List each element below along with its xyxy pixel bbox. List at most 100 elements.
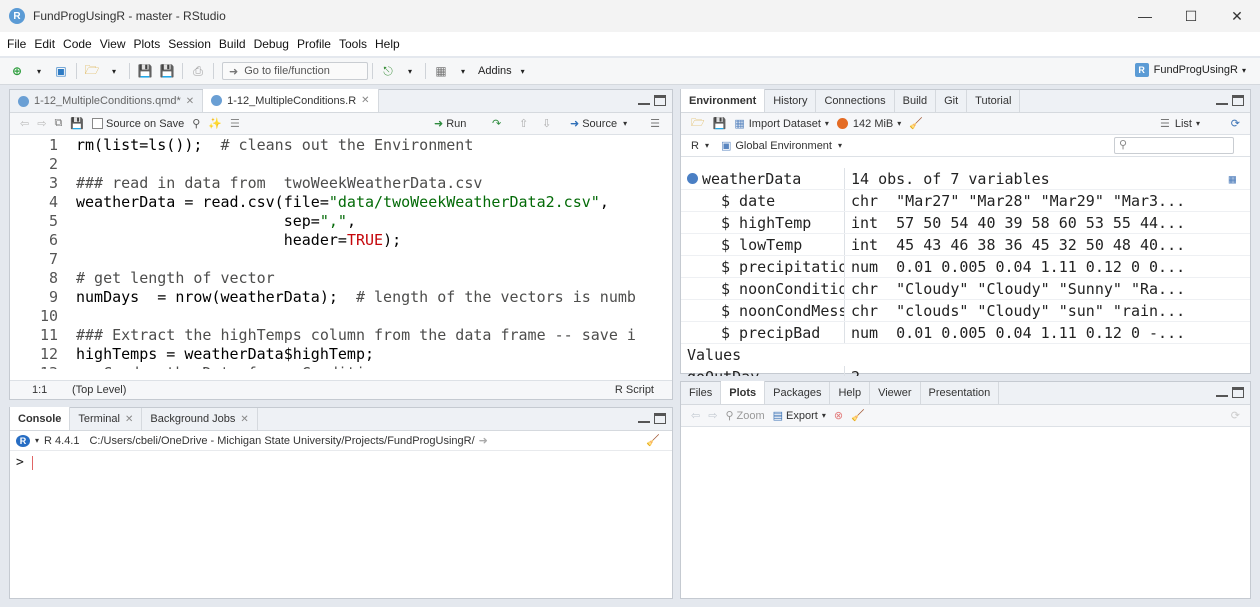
dropdown-arrow-icon[interactable]: ▾ <box>515 63 531 79</box>
maximize-pane-icon[interactable] <box>654 95 666 106</box>
up-arrow-icon[interactable]: ⇧ <box>519 117 528 130</box>
load-workspace-icon[interactable]: 🗁 <box>691 114 705 133</box>
tab-presentation[interactable]: Presentation <box>921 382 1000 404</box>
code-line[interactable]: 3 ### read in data from twoWeekWeatherDat… <box>10 174 672 193</box>
file-type-indicator[interactable]: R Script <box>615 384 654 396</box>
maximize-pane-icon[interactable] <box>1232 387 1244 398</box>
variable-row[interactable]: $ noonCondMessy: chr "clouds" "Cloudy" "s… <box>681 300 1250 322</box>
close-tab-icon[interactable]: ✕ <box>125 414 133 425</box>
code-line[interactable]: 12 highTemps = weatherData$highTemp; <box>10 345 672 364</box>
variable-row[interactable]: $ precipitation: num 0.01 0.005 0.04 1.11… <box>681 256 1250 278</box>
expand-icon[interactable] <box>687 173 698 184</box>
git-icon[interactable]: ⎋ <box>380 63 396 79</box>
menu-file[interactable]: File <box>3 37 30 51</box>
export-button[interactable]: ▤ Export ▾ <box>773 409 826 423</box>
code-line[interactable]: 11 ### Extract the highTemps column from … <box>10 326 672 345</box>
close-tab-icon[interactable]: ✕ <box>361 95 369 106</box>
dropdown-arrow-icon[interactable]: ▾ <box>402 63 418 79</box>
menu-session[interactable]: Session <box>164 37 215 51</box>
source-on-save-checkbox[interactable]: Source on Save <box>92 118 184 130</box>
code-line[interactable]: 7 <box>10 250 672 269</box>
tab-background-jobs[interactable]: Background Jobs ✕ <box>142 408 258 430</box>
new-project-icon[interactable]: ▣ <box>53 63 69 79</box>
source-button[interactable]: ➜ Source ▾ <box>570 117 627 131</box>
goto-file-input[interactable]: ➜ Go to file/function <box>222 62 368 80</box>
dropdown-arrow-icon[interactable]: ▾ <box>455 63 471 79</box>
close-tab-icon[interactable]: ✕ <box>186 96 194 107</box>
menu-edit[interactable]: Edit <box>30 37 59 51</box>
close-button[interactable]: ✕ <box>1214 0 1260 32</box>
menu-plots[interactable]: Plots <box>130 37 165 51</box>
code-line[interactable]: 8 # get length of vector <box>10 269 672 288</box>
minimize-pane-icon[interactable] <box>1216 387 1228 397</box>
minimize-pane-icon[interactable] <box>638 413 650 423</box>
magic-wand-icon[interactable]: ✨ <box>208 117 222 130</box>
forward-arrow-icon[interactable]: ⇨ <box>37 117 46 130</box>
refresh-icon[interactable]: ⟳ <box>1231 117 1240 130</box>
dropdown-arrow-icon[interactable]: ▾ <box>31 63 47 79</box>
down-arrow-icon[interactable]: ⇩ <box>542 117 551 130</box>
menu-help[interactable]: Help <box>371 37 404 51</box>
rerun-icon[interactable]: ↷ <box>492 117 501 130</box>
grid-layout-icon[interactable]: ▦ <box>433 63 449 79</box>
tab-viewer[interactable]: Viewer <box>870 382 921 404</box>
project-menu[interactable]: R FundProgUsingR ▾ <box>1134 63 1246 77</box>
scope-indicator[interactable]: (Top Level) <box>68 384 126 396</box>
tab-packages[interactable]: Packages <box>765 382 831 404</box>
console-output[interactable]: > <box>10 451 672 474</box>
minimize-button[interactable]: — <box>1122 0 1168 32</box>
close-tab-icon[interactable]: ✕ <box>240 414 248 425</box>
tab-history[interactable]: History <box>765 90 817 112</box>
tab-git[interactable]: Git <box>936 90 968 112</box>
menu-build[interactable]: Build <box>215 37 250 51</box>
dropdown-arrow-icon[interactable]: ▾ <box>106 63 122 79</box>
tab-help[interactable]: Help <box>830 382 871 404</box>
zoom-button[interactable]: ⚲ Zoom <box>725 409 764 423</box>
open-folder-icon[interactable]: 🗁 <box>84 63 100 79</box>
refresh-icon[interactable]: ⟳ <box>1231 409 1240 422</box>
outline-icon[interactable]: ☰ <box>230 117 240 130</box>
tab-plots[interactable]: Plots <box>721 381 766 404</box>
variable-row[interactable]: $ highTemp : int 57 50 54 40 39 58 60 53 … <box>681 212 1250 234</box>
tab-connections[interactable]: Connections <box>816 90 895 112</box>
next-plot-icon[interactable]: ⇨ <box>708 409 717 422</box>
menu-profile[interactable]: Profile <box>293 37 335 51</box>
import-dataset-button[interactable]: ▦ Import Dataset ▾ <box>734 117 829 131</box>
view-data-icon[interactable]: ▦ <box>1229 168 1236 190</box>
broom-icon[interactable]: 🧹 <box>909 117 923 130</box>
tab-tutorial[interactable]: Tutorial <box>967 90 1021 112</box>
save-workspace-icon[interactable]: 💾 <box>713 117 727 130</box>
language-select[interactable]: R ▾ <box>691 140 709 152</box>
maximize-pane-icon[interactable] <box>1232 95 1244 106</box>
new-file-icon[interactable]: ⊕ <box>9 63 25 79</box>
menu-code[interactable]: Code <box>59 37 96 51</box>
maximize-button[interactable]: ☐ <box>1168 0 1214 32</box>
variable-row[interactable]: $ precipBad : num 0.01 0.005 0.04 1.11 0.… <box>681 322 1250 344</box>
goto-directory-icon[interactable]: ➜ <box>479 434 488 447</box>
tab-console[interactable]: Console <box>10 407 71 430</box>
broom-icon[interactable]: 🧹 <box>851 409 865 422</box>
save-all-icon[interactable]: 💾 <box>159 63 175 79</box>
value-row[interactable]: goOutDay 2 <box>681 366 1250 376</box>
print-icon[interactable]: ⎙ <box>190 63 206 79</box>
code-line[interactable]: 13 no Cond...the Data frame Conditi... <box>10 364 672 369</box>
search-icon[interactable]: ⚲ <box>192 117 200 130</box>
memory-usage-button[interactable]: 142 MiB ▾ <box>836 118 901 130</box>
maximize-pane-icon[interactable] <box>654 413 666 424</box>
variable-row[interactable]: $ noonCondition: chr "Cloudy" "Cloudy" "S… <box>681 278 1250 300</box>
tab-r-file[interactable]: 1-12_MultipleConditions.R ✕ <box>203 89 379 112</box>
tab-terminal[interactable]: Terminal ✕ <box>70 408 143 430</box>
tab-qmd-file[interactable]: 1-12_MultipleConditions.qmd* ✕ <box>10 90 204 112</box>
minimize-pane-icon[interactable] <box>638 95 650 105</box>
save-icon[interactable]: 💾 <box>137 63 153 79</box>
object-row[interactable]: weatherData 14 obs. of 7 variables ▦ <box>681 168 1250 190</box>
code-line[interactable]: 2 <box>10 155 672 174</box>
doc-outline-icon[interactable]: ☰ <box>650 117 660 130</box>
code-line[interactable]: 10 <box>10 307 672 326</box>
variable-row[interactable]: $ date : chr "Mar27" "Mar28" "Mar29" "Mar… <box>681 190 1250 212</box>
code-line[interactable]: 4 weatherData = read.csv(file="data/twoWe… <box>10 193 672 212</box>
code-line[interactable]: 1 rm(list=ls()); # cleans out the Environ… <box>10 136 672 155</box>
clear-console-icon[interactable]: 🧹 <box>646 434 660 447</box>
view-mode-button[interactable]: ☰ List ▾ <box>1160 117 1200 131</box>
remove-plot-icon[interactable]: ⊗ <box>834 409 843 422</box>
